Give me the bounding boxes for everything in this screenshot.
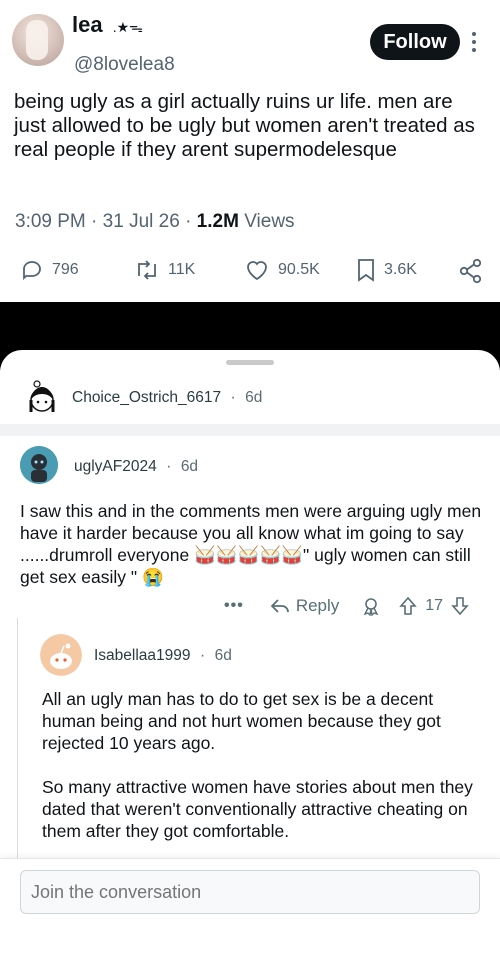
parent-avatar[interactable] (22, 378, 62, 418)
views-count: 1.2M (196, 211, 239, 232)
bookmark-icon (358, 259, 374, 282)
bookmark-count: 3.6K (384, 261, 417, 278)
award-icon[interactable] (361, 596, 381, 616)
more-options-icon[interactable] (472, 32, 478, 56)
reply-action[interactable]: 796 (20, 258, 79, 282)
comment1-age: 6d (180, 458, 199, 475)
reply-count: 796 (52, 261, 79, 278)
vote-count: 17 (425, 597, 444, 614)
comment2-avatar[interactable] (40, 634, 82, 676)
follow-button[interactable]: Follow (370, 24, 460, 60)
comment1-avatar[interactable] (20, 446, 58, 484)
share-action[interactable] (458, 258, 484, 284)
comment1-header: uglyAF2024 · 6d (74, 458, 199, 475)
repost-count: 11K (168, 261, 196, 278)
reply-button[interactable]: Reply (270, 596, 339, 616)
overflow-menu-icon[interactable]: ••• (282, 850, 299, 858)
bookmark-action[interactable]: 3.6K (356, 258, 417, 282)
parent-age: 6d (245, 389, 263, 406)
repost-action[interactable]: 11K (134, 258, 195, 282)
author-avatar[interactable] (12, 14, 64, 66)
author-name[interactable]: lea .★ᯓ (72, 12, 143, 38)
reply-arrow-icon (270, 599, 289, 613)
comment2-age: 6d (214, 647, 232, 664)
section-separator (0, 424, 500, 436)
comment1-username[interactable]: uglyAF2024 (74, 458, 157, 475)
comment1-text: I saw this and in the comments men were … (20, 501, 482, 587)
name-decoration: .★ᯓ (112, 19, 143, 35)
comment2-header: Isabellaa1999 · 6d (94, 647, 232, 664)
sheet-drag-handle[interactable] (226, 360, 274, 365)
like-count: 90.5K (278, 261, 320, 278)
display-name: lea (72, 12, 103, 37)
tweet-meta: 3:09 PM · 31 Jul 26 · 1.2M Views (15, 211, 295, 232)
views-label: Views (244, 211, 295, 232)
downvote-icon[interactable] (451, 596, 469, 616)
parent-header: Choice_Ostrich_6617 · 6d (72, 389, 263, 406)
upvote-icon[interactable] (399, 596, 418, 616)
comment2-paragraph-1: All an ugly man has to do to get sex is … (42, 689, 441, 753)
author-handle[interactable]: @8lovelea8 (74, 54, 175, 76)
thread-line (17, 618, 18, 858)
comment1-actions: ••• Reply 17 (224, 594, 490, 618)
join-conversation-input[interactable] (20, 870, 480, 914)
tweet-date: 31 Jul 26 (102, 211, 180, 232)
tweet-text: being ugly as a girl actually ruins ur l… (14, 90, 475, 161)
tweet-time: 3:09 PM (15, 211, 86, 232)
heart-icon (247, 261, 267, 281)
parent-username[interactable]: Choice_Ostrich_6617 (72, 389, 221, 406)
comment2-paragraph-2: So many attractive women have stories ab… (42, 777, 473, 841)
share-icon (459, 258, 482, 284)
overflow-menu-icon[interactable]: ••• (224, 597, 244, 615)
like-action[interactable]: 90.5K (244, 258, 320, 282)
reply-icon (23, 261, 41, 281)
repost-icon (138, 260, 156, 280)
comment2-username[interactable]: Isabellaa1999 (94, 647, 191, 664)
tweet-actions: 796 11K 90.5K 3.6K (0, 258, 500, 288)
